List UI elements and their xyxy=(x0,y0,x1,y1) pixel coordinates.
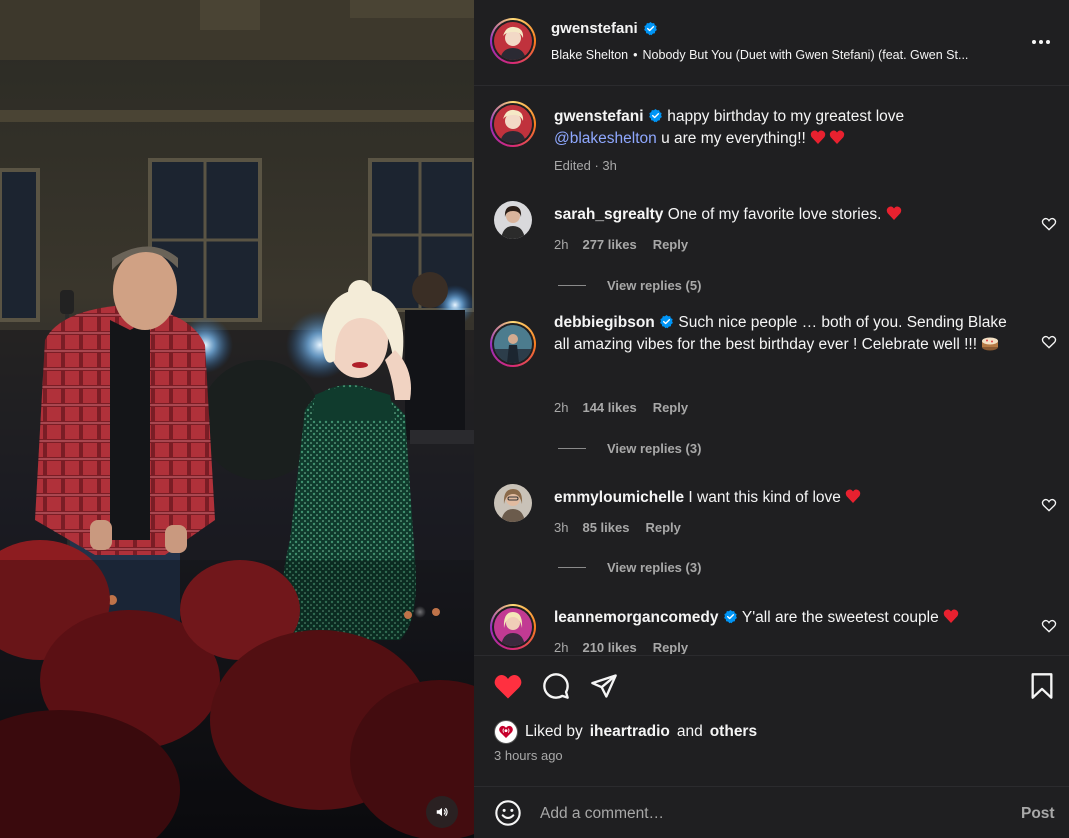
view-replies-button[interactable]: View replies (3) xyxy=(558,560,701,575)
post-actions-bar xyxy=(474,655,1069,715)
post-comment-button[interactable]: Post xyxy=(1021,805,1055,823)
verified-badge-icon xyxy=(643,21,657,36)
heart-outline-icon[interactable] xyxy=(1041,216,1057,232)
comment-text: Y'all are the sweetest couple xyxy=(741,609,939,626)
caption-text: gwenstefani happy birthday to my greates… xyxy=(554,106,1024,150)
liked-by-others[interactable]: others xyxy=(710,723,757,741)
audio-toggle-button[interactable] xyxy=(426,796,458,828)
comment-likes-count[interactable]: 85 likes xyxy=(582,520,629,535)
commenter-avatar[interactable] xyxy=(494,201,532,239)
verified-badge-icon xyxy=(660,314,673,329)
author-avatar[interactable] xyxy=(490,18,536,64)
speaker-icon xyxy=(436,807,448,817)
add-comment-bar: Post xyxy=(474,786,1069,838)
liked-by-and: and xyxy=(676,723,703,740)
caption-meta: Edited · 3h xyxy=(554,158,617,173)
comment-time: 2h xyxy=(554,640,569,654)
view-replies-button[interactable]: View replies (3) xyxy=(558,441,701,456)
caption-body-2: u are my everything!! xyxy=(661,130,806,147)
caption-body-1: happy birthday to my greatest love xyxy=(667,108,905,125)
liker-avatar[interactable] xyxy=(494,720,518,744)
paper-plane-icon xyxy=(591,674,617,698)
author-username[interactable]: gwenstefani xyxy=(551,20,658,37)
comment-username[interactable]: debbiegibson xyxy=(554,314,655,331)
comment-input[interactable] xyxy=(540,801,1000,827)
like-button[interactable] xyxy=(493,671,523,701)
more-options-icon xyxy=(1032,40,1036,44)
comment-text: One of my favorite love stories. xyxy=(667,206,882,223)
comment-time: 2h xyxy=(554,237,569,252)
post-details-panel: gwenstefani Blake Shelton • Nobody But You… xyxy=(474,0,1069,838)
red-heart-emoji-icon xyxy=(886,206,901,220)
share-button[interactable] xyxy=(589,671,619,701)
post-timestamp[interactable]: 3 hours ago xyxy=(494,748,563,763)
heart-outline-icon[interactable] xyxy=(1041,618,1057,634)
comment-likes-count[interactable]: 210 likes xyxy=(582,640,636,654)
comment-likes-count[interactable]: 277 likes xyxy=(582,237,636,252)
red-heart-emoji-icon xyxy=(845,489,861,503)
liked-by-summary: Liked by iheartradio and others xyxy=(494,720,757,744)
post-header: gwenstefani Blake Shelton • Nobody But You… xyxy=(474,0,1069,86)
heart-outline-icon[interactable] xyxy=(1041,334,1057,350)
red-heart-emoji-icon xyxy=(810,130,845,144)
bookmark-icon xyxy=(1031,673,1053,699)
post-video[interactable] xyxy=(0,0,474,838)
commenter-avatar[interactable] xyxy=(490,321,536,367)
caption-mention-link[interactable]: @blakeshelton xyxy=(554,130,657,147)
comment-text: I want this kind of love xyxy=(688,489,841,506)
reply-button[interactable]: Reply xyxy=(653,640,688,654)
video-frame-image xyxy=(0,0,474,838)
reply-button[interactable]: Reply xyxy=(653,400,688,415)
caption-username[interactable]: gwenstefani xyxy=(554,108,644,125)
caption-avatar[interactable] xyxy=(490,101,536,147)
audio-attribution[interactable]: Blake Shelton • Nobody But You (Duet with … xyxy=(551,48,1021,62)
heart-outline-icon[interactable] xyxy=(1041,497,1057,513)
audio-artist[interactable]: Blake Shelton xyxy=(551,48,628,62)
view-replies-button[interactable]: View replies (5) xyxy=(558,278,701,293)
comment-username[interactable]: emmyloumichelle xyxy=(554,489,684,506)
liked-by-prefix: Liked by xyxy=(525,723,583,740)
comment-bubble-icon xyxy=(543,673,569,699)
reply-button[interactable]: Reply xyxy=(653,237,688,252)
liked-by-user[interactable]: iheartradio xyxy=(590,723,670,741)
red-heart-emoji-icon xyxy=(943,609,959,623)
commenter-avatar[interactable] xyxy=(494,484,532,522)
comment-username[interactable]: sarah_sgrealty xyxy=(554,206,663,223)
audio-title[interactable]: Nobody But You (Duet with Gwen Stefani) … xyxy=(643,48,969,62)
comment-button[interactable] xyxy=(541,671,571,701)
verified-badge-icon xyxy=(723,609,737,624)
more-options-button[interactable] xyxy=(1029,30,1053,54)
comment-time: 3h xyxy=(554,520,569,535)
comments-list[interactable]: gwenstefani happy birthday to my greates… xyxy=(474,87,1069,654)
iheartradio-logo-icon xyxy=(499,725,513,738)
reply-button[interactable]: Reply xyxy=(645,520,680,535)
smiley-icon[interactable] xyxy=(494,799,522,827)
save-button[interactable] xyxy=(1027,671,1057,701)
comment-likes-count[interactable]: 144 likes xyxy=(582,400,636,415)
heart-filled-icon xyxy=(494,675,522,699)
author-username-text[interactable]: gwenstefani xyxy=(551,20,638,37)
commenter-avatar[interactable] xyxy=(490,604,536,650)
comment-username[interactable]: leannemorgancomedy xyxy=(554,609,719,626)
cake-emoji-icon xyxy=(982,337,999,351)
separator-dot: • xyxy=(633,48,638,62)
comment-time: 2h xyxy=(554,400,569,415)
verified-badge-icon xyxy=(649,108,662,123)
